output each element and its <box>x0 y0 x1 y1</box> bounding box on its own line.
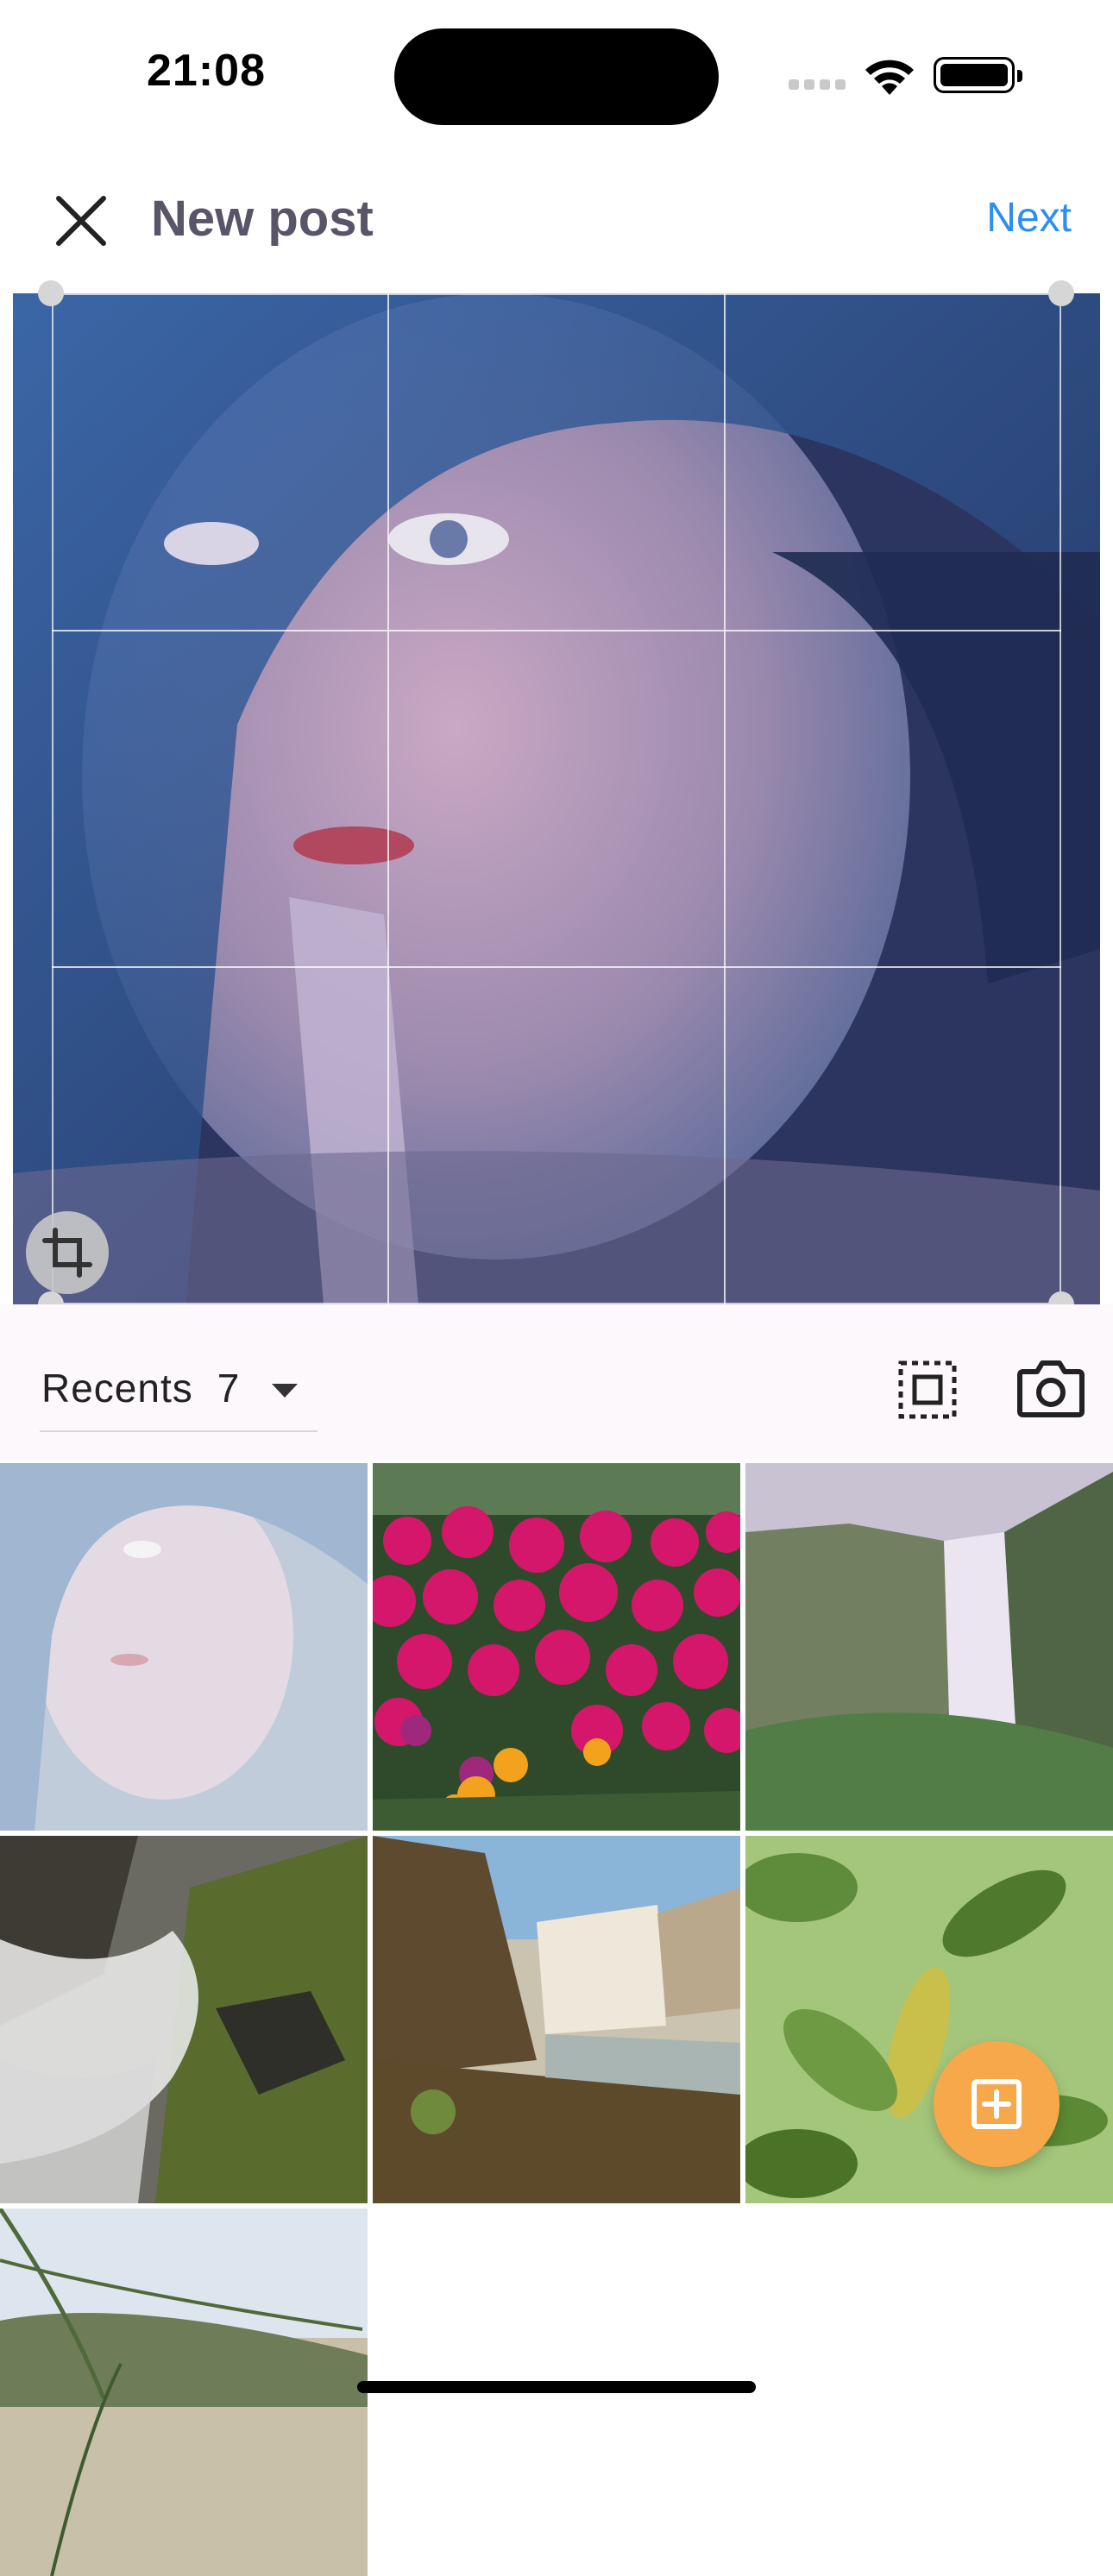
status-time: 21:08 <box>147 46 266 96</box>
crop-grid-line <box>52 966 1061 968</box>
photo-tile-flowers[interactable] <box>373 1463 740 1831</box>
cellular-signal-icon <box>789 79 849 91</box>
crop-grid-line <box>387 293 389 1304</box>
dynamic-island <box>394 28 719 125</box>
battery-icon <box>934 57 1022 93</box>
album-selector[interactable]: Recents 7 <box>41 1365 240 1411</box>
album-label: Recents <box>41 1366 193 1411</box>
add-square-icon <box>972 2079 1022 2129</box>
camera-icon[interactable] <box>1016 1356 1085 1420</box>
photo-tile-waterfall[interactable] <box>745 1463 1113 1831</box>
page-title: New post <box>151 191 374 247</box>
crop-handle-top-right[interactable] <box>1048 280 1074 306</box>
photo-tile-portrait[interactable] <box>0 1463 368 1831</box>
photo-tile-dunes[interactable] <box>0 2208 368 2576</box>
crop-grid-line <box>724 293 726 1304</box>
album-count: 7 <box>217 1366 241 1411</box>
home-indicator <box>357 2381 756 2393</box>
status-bar: 21:08 <box>0 0 1113 147</box>
chevron-down-icon[interactable] <box>272 1384 298 1398</box>
crop-grid <box>52 293 1061 1304</box>
multi-select-icon[interactable] <box>897 1360 958 1420</box>
image-preview[interactable] <box>13 293 1100 1304</box>
photo-grid <box>0 1463 1113 2576</box>
album-selector-underline <box>40 1430 318 1432</box>
crop-icon <box>42 1228 92 1278</box>
crop-handle-top-left[interactable] <box>38 280 64 306</box>
gallery-toolbar: Recents 7 <box>0 1304 1113 1460</box>
wifi-icon <box>865 60 914 95</box>
photo-tile-sunlit-falls[interactable] <box>373 1836 740 2203</box>
photo-tile-mossy-falls[interactable] <box>0 1836 368 2203</box>
close-icon[interactable] <box>50 190 112 252</box>
add-post-button[interactable] <box>934 2041 1060 2167</box>
crop-toggle-button[interactable] <box>26 1211 109 1294</box>
next-button[interactable]: Next <box>986 194 1072 242</box>
top-bar: New post Next <box>0 164 1113 276</box>
crop-grid-line <box>52 630 1061 631</box>
